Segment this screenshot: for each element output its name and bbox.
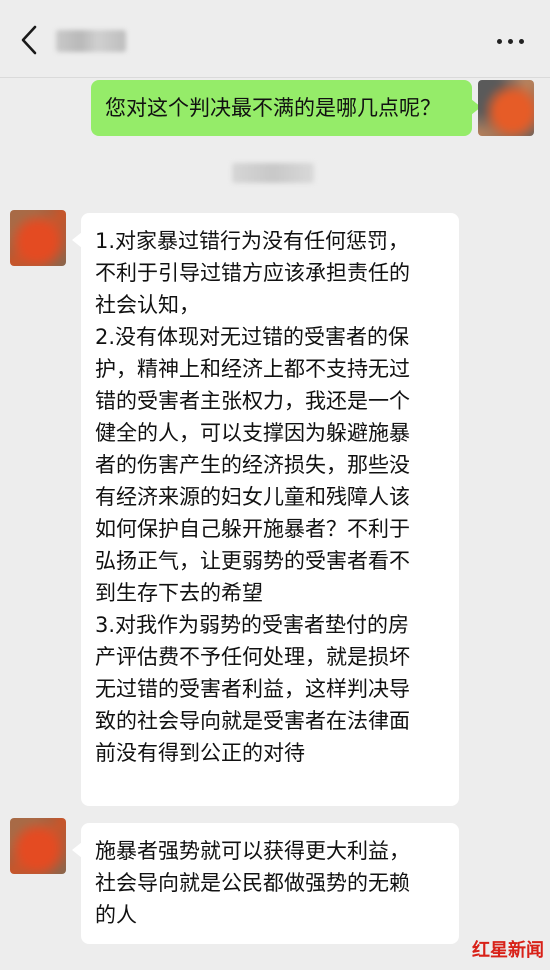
avatar-other[interactable] (10, 210, 66, 266)
message-bubble-self[interactable]: 您对这个判决最不满的是哪几点呢？ (91, 80, 481, 136)
contact-name-blurred (56, 30, 126, 52)
back-button[interactable] (14, 22, 44, 58)
more-button[interactable] (490, 28, 530, 54)
avatar-self[interactable] (478, 80, 534, 136)
more-dot (507, 38, 513, 44)
chat-header (0, 0, 550, 78)
news-watermark-logo: 红星新闻 (472, 940, 544, 961)
avatar-other[interactable] (10, 818, 66, 874)
more-dots-icon (496, 38, 502, 44)
chevron-left-icon (21, 25, 37, 55)
avatar-self-image (478, 80, 534, 136)
avatar-other-image (10, 818, 66, 874)
chat-screen: 您对这个判决最不满的是哪几点呢？ 1.对家暴过错行为没有任何惩罚， 不利于引导过… (0, 0, 550, 970)
message-bubble-other[interactable]: 1.对家暴过错行为没有任何惩罚， 不利于引导过错方应该承担责任的 社会认知， 2… (72, 213, 459, 806)
message-bubble-other[interactable]: 施暴者强势就可以获得更大利益， 社会导向就是公民都做强势的无赖 的人 (72, 823, 459, 944)
more-dot (518, 38, 524, 44)
avatar-other-image (10, 210, 66, 266)
timestamp-blurred (232, 163, 314, 183)
